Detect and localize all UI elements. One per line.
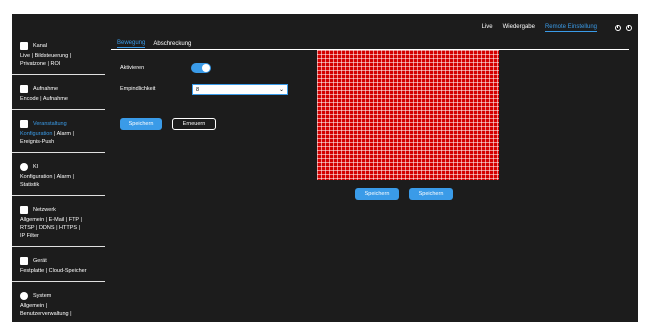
save-button[interactable]: Speichern <box>120 118 162 130</box>
sidebar-section-channel: Kanal Live | Bildsteuerung | Privatzone … <box>12 38 105 75</box>
enable-toggle[interactable] <box>191 63 211 73</box>
sidebar-links: Allgemein | Benutzerverwaltung | <box>20 302 99 318</box>
sidebar-link[interactable]: Allgemein | <box>20 302 99 310</box>
sidebar-title: Netzwerk <box>33 207 56 213</box>
sidebar-head-channel[interactable]: Kanal <box>20 42 99 50</box>
sidebar-link[interactable]: Live | Bildsteuerung | <box>20 52 99 60</box>
sidebar-section-device: Gerät Festplatte | Cloud-Speicher <box>12 253 105 282</box>
sidebar-link[interactable]: Benutzerverwaltung | <box>20 310 99 318</box>
power-icon[interactable] <box>626 24 632 31</box>
sidebar-title: Aufnahme <box>33 86 59 92</box>
tab-bar: Bewegung Abschreckung <box>111 38 629 50</box>
sidebar-links: Allgemein | E-Mail | FTP | RTSP | DDNS |… <box>20 216 99 240</box>
sidebar-head-recording[interactable]: Aufnahme <box>20 85 99 93</box>
topnav-icons <box>615 24 632 31</box>
sidebar-title: KI <box>33 164 39 170</box>
grid-save-button-1[interactable]: Speichern <box>355 188 399 200</box>
motion-area-grid[interactable] <box>317 50 499 180</box>
sidebar-section-event: Veranstaltung Konfiguration | Alarm | Er… <box>12 116 105 153</box>
record-icon <box>20 85 28 93</box>
tab-deterrence[interactable]: Abschreckung <box>153 41 191 47</box>
sidebar-head-event[interactable]: Veranstaltung <box>20 120 99 128</box>
sidebar-links: Festplatte | Cloud-Speicher <box>20 267 99 275</box>
sidebar-link[interactable]: Allgemein | E-Mail | FTP | <box>20 216 99 224</box>
sidebar-title: Kanal <box>33 43 48 49</box>
sidebar-link[interactable]: | Alarm | <box>52 131 74 137</box>
main-content: Bewegung Abschreckung Aktivieren Empindl… <box>111 38 638 322</box>
sidebar-link[interactable]: RTSP | DDNS | HTTPS | <box>20 224 99 232</box>
sidebar-head-device[interactable]: Gerät <box>20 257 99 265</box>
sidebar-link[interactable]: Konfiguration | Alarm | <box>20 173 99 181</box>
grid-save-button-2[interactable]: Speichern <box>409 188 453 200</box>
sidebar-links: Live | Bildsteuerung | Privatzone | ROI <box>20 52 99 68</box>
tab-motion[interactable]: Bewegung <box>117 40 146 48</box>
nav-remote-settings[interactable]: Remote Einstellung <box>544 24 597 32</box>
event-icon <box>20 120 28 128</box>
ai-icon <box>20 163 28 171</box>
nav-live[interactable]: Live <box>482 24 493 32</box>
camera-icon <box>20 42 28 50</box>
sidebar-link[interactable]: Statistik <box>20 181 99 189</box>
sidebar-links: Konfiguration | Alarm | Ereignis-Push <box>20 130 99 146</box>
sidebar-link[interactable]: Ereignis-Push <box>20 138 99 146</box>
sidebar-link[interactable]: Festplatte | Cloud-Speicher <box>20 267 99 275</box>
chevron-down-icon: ⌄ <box>278 87 284 93</box>
sidebar-title: System <box>33 293 52 299</box>
sidebar-link[interactable]: Privatzone | ROI <box>20 60 99 68</box>
network-icon <box>20 206 28 214</box>
device-icon <box>20 257 28 265</box>
sensitivity-label: Empindlichkeit <box>120 86 156 92</box>
sidebar-section-recording: Aufnahme Encode | Aufnahme <box>12 81 105 110</box>
sidebar-head-ai[interactable]: KI <box>20 163 99 171</box>
sidebar-link[interactable]: Encode | Aufnahme <box>20 95 99 103</box>
sidebar-section-system: System Allgemein | Benutzerverwaltung | <box>12 288 105 322</box>
sidebar-title: Veranstaltung <box>33 121 67 127</box>
sidebar-link-active[interactable]: Konfiguration <box>20 131 52 137</box>
system-icon <box>20 292 28 300</box>
sidebar-links: Konfiguration | Alarm | Statistik <box>20 173 99 189</box>
sidebar-section-ai: KI Konfiguration | Alarm | Statistik <box>12 159 105 196</box>
sidebar-link[interactable]: IP Filter <box>20 232 99 240</box>
sidebar-links: Encode | Aufnahme <box>20 95 99 103</box>
sensitivity-select[interactable]: 8 ⌄ <box>192 84 288 95</box>
sidebar-head-system[interactable]: System <box>20 292 99 300</box>
app-frame: Live Wiedergabe Remote Einstellung Kanal… <box>12 14 638 322</box>
info-icon[interactable] <box>615 24 621 31</box>
sidebar-title: Gerät <box>33 258 47 264</box>
refresh-button[interactable]: Erneuern <box>172 118 216 130</box>
enable-label: Aktivieren <box>120 65 145 71</box>
sidebar: Kanal Live | Bildsteuerung | Privatzone … <box>12 38 109 322</box>
sensitivity-value: 8 <box>196 86 200 93</box>
sidebar-section-network: Netzwerk Allgemein | E-Mail | FTP | RTSP… <box>12 202 105 247</box>
sidebar-head-network[interactable]: Netzwerk <box>20 206 99 214</box>
nav-playback[interactable]: Wiedergabe <box>503 24 535 32</box>
top-navigation: Live Wiedergabe Remote Einstellung <box>482 22 632 34</box>
